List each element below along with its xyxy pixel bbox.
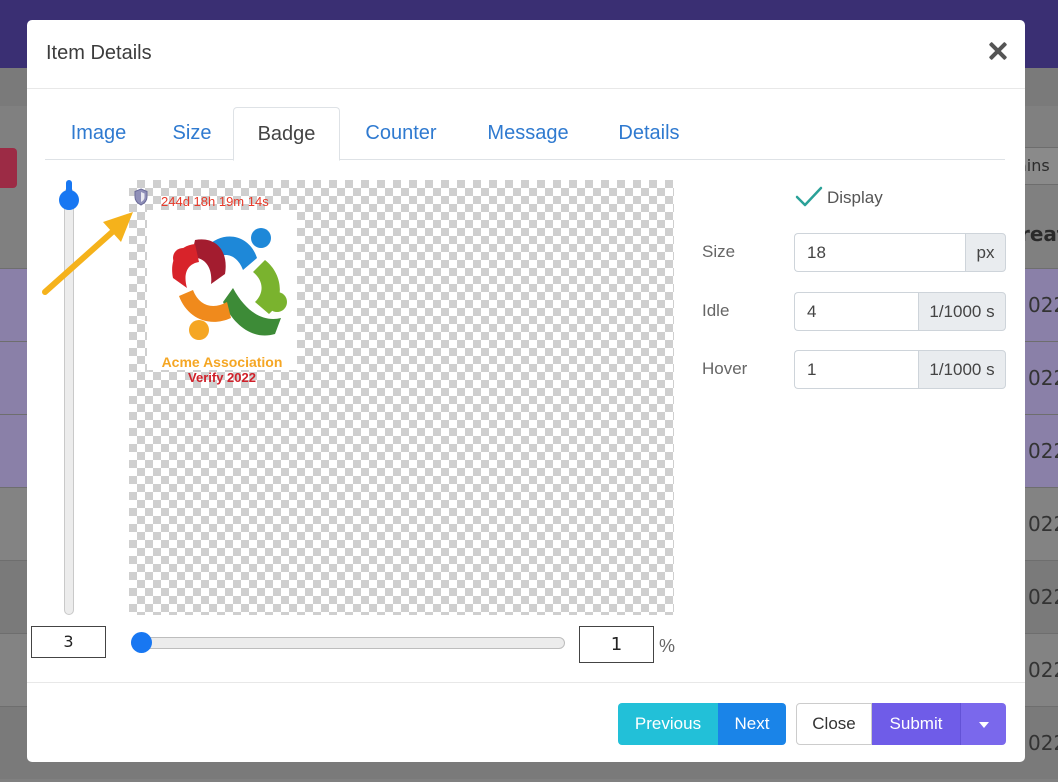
hover-input[interactable]: 1	[794, 350, 918, 389]
logo-name-text: Acme Association	[161, 354, 283, 370]
background-red-button	[0, 148, 17, 188]
hover-unit-addon: 1/1000 s	[918, 350, 1006, 389]
idle-input[interactable]: 4	[794, 292, 918, 331]
tab-message[interactable]: Message	[462, 107, 594, 160]
close-icon[interactable]	[989, 42, 1007, 60]
idle-unit-addon: 1/1000 s	[918, 292, 1006, 331]
horizontal-slider-thumb[interactable]	[131, 632, 152, 653]
display-label: Display	[827, 188, 883, 207]
badge-counter-text: 244d 18h 19m 14s	[161, 194, 269, 209]
percent-unit-label: %	[659, 636, 676, 656]
caret-down-icon	[979, 722, 989, 728]
hover-label: Hover	[702, 359, 748, 378]
submit-options-button[interactable]	[960, 703, 1006, 745]
close-button[interactable]: Close	[796, 703, 872, 745]
tab-size[interactable]: Size	[152, 107, 232, 160]
horizontal-slider-value-input[interactable]: 1	[579, 626, 654, 663]
modal-title: Item Details	[46, 42, 152, 64]
previous-button[interactable]: Previous	[618, 703, 718, 745]
people-circle-logo-icon	[172, 228, 287, 340]
logo-verify-text: Verify 2022	[188, 370, 256, 385]
background-column-header: reat	[1020, 222, 1058, 246]
tab-counter[interactable]: Counter	[340, 107, 462, 160]
size-label: Size	[702, 242, 736, 261]
horizontal-slider-track[interactable]	[131, 637, 565, 649]
modal-footer: Previous Next Close Submit	[27, 682, 1025, 762]
size-input[interactable]: 18	[794, 233, 965, 272]
next-button[interactable]: Next	[718, 703, 786, 745]
tab-image[interactable]: Image	[45, 107, 152, 160]
size-unit-addon: px	[965, 233, 1006, 272]
tab-badge[interactable]: Badge	[233, 107, 340, 161]
modal-header: Item Details	[27, 20, 1025, 89]
tab-bar: Image Size Badge Counter Message Details	[45, 107, 1005, 161]
tab-details[interactable]: Details	[594, 107, 704, 160]
vertical-slider-value-input[interactable]: 3	[31, 626, 106, 658]
item-details-modal: Item Details Image Size Badge Counter Me…	[27, 20, 1025, 762]
association-logo: Acme Association Verify 2022	[147, 210, 297, 385]
badge-preview-canvas[interactable]: 244d 18h 19m 14s Acme Association Verify…	[129, 180, 674, 615]
idle-label: Idle	[702, 301, 730, 320]
submit-button[interactable]: Submit	[872, 703, 960, 745]
arrow-annotation-icon	[42, 212, 133, 295]
check-icon[interactable]	[795, 186, 823, 208]
